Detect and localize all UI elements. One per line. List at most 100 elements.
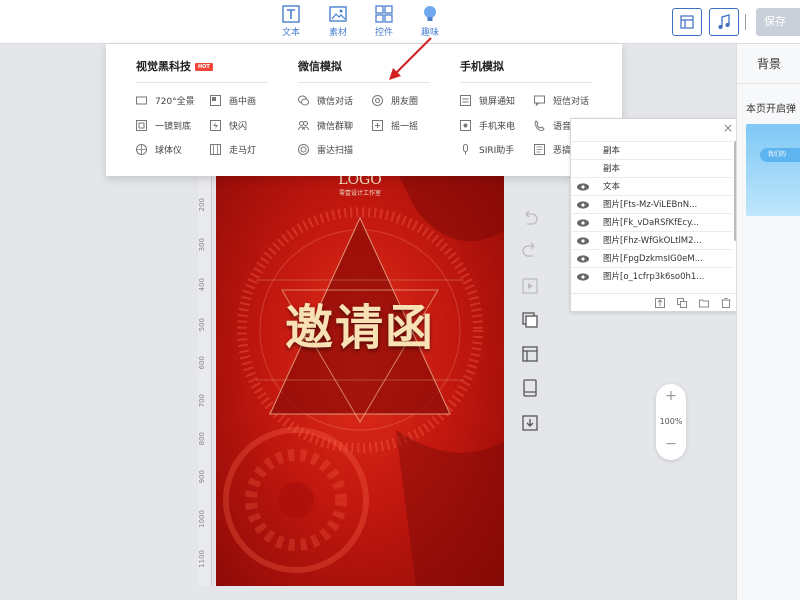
layout-icon [680,15,694,29]
sms-icon [534,95,545,106]
trash-icon[interactable] [721,298,731,308]
menu-item-720-panorama[interactable]: 720°全景 [136,95,195,109]
layer-row[interactable]: 图片[Fhz-WfGkOLtlM2... [571,231,733,249]
dropdown-divider [136,82,268,83]
save-label: 保存 [764,15,786,28]
undo-icon[interactable] [520,208,540,228]
music-button[interactable] [709,8,739,36]
layer-row[interactable]: 图片[FpgDzkmsIG0eM... [571,249,733,267]
move-layer-icon[interactable] [655,298,665,308]
globe-icon [136,144,147,155]
menu-item-wechat-group[interactable]: 微信群聊 [298,120,353,134]
menu-item-carousel[interactable]: 走马灯 [210,144,256,158]
ruler-mark: 500 [198,318,206,332]
ruler-mark: 400 [198,278,206,292]
poster-canvas[interactable]: LOGO 零壹设计工作室 邀请函 [216,170,504,586]
download-icon[interactable] [520,413,540,433]
radar-icon [298,144,309,155]
ruler-mark: 300 [198,238,206,252]
folder-icon[interactable] [699,298,709,308]
fun-dropdown-menu: 视觉黑科技 HOT 720°全景 画中画 一镜到底 快闪 球体仪 走马灯 微信模拟… [106,44,622,176]
eye-icon[interactable] [577,273,589,281]
zoom-out-button[interactable]: − [656,436,686,452]
eye-icon[interactable] [577,237,589,245]
menu-item-label: 画中画 [229,97,257,107]
preview-pill: 我们的 [760,148,800,162]
bulb-icon [424,6,436,21]
menu-item-label: SIRI助手 [479,146,515,156]
eye-icon[interactable] [577,201,589,209]
music-icon [718,14,730,29]
menu-item-label: 短信对话 [553,97,590,107]
tab-background[interactable]: 背景 [737,44,800,84]
dropdown-heading-visual: 视觉黑科技 HOT [136,58,213,74]
menu-item-one-shot[interactable]: 一镜到底 [136,120,191,134]
layers-panel: × 副本 副本 文本 图片[Fts-Mz-ViLEBnN... 图片[Fk_vD… [570,118,740,312]
menu-item-label: 快闪 [229,122,248,132]
layer-row[interactable]: 图片[Fk_vDaRSfKfEcy... [571,213,733,231]
tablet-preview-icon[interactable] [520,378,540,398]
dropdown-heading-phone: 手机模拟 [460,60,504,73]
layer-row[interactable]: 文本 [571,177,733,195]
toolbar-divider [745,14,746,30]
handset-icon [534,120,545,131]
material-tool-button[interactable]: 素材 [318,4,358,40]
layer-name: 副本 [603,146,621,156]
poster-studio-name: 零壹设计工作室 [338,190,381,197]
text-tool-button[interactable]: 文本 [271,4,311,40]
layer-row[interactable]: 副本 [571,159,733,177]
layer-row[interactable]: 图片[o_1cfrp3k6so0h1... [571,267,733,285]
layers-footer [571,293,739,311]
moments-icon [372,95,383,106]
microphone-icon [463,144,468,155]
menu-item-siri[interactable]: SIRI助手 [460,144,514,158]
chat-bubble-icon [298,95,309,106]
copy-page-icon[interactable] [520,310,540,330]
menu-item-incoming-call[interactable]: 手机来电 [460,120,515,134]
page-settings-button[interactable] [672,8,702,36]
popup-on-open-label: 本页开启弹 [746,104,796,115]
menu-item-flash[interactable]: 快闪 [210,120,247,134]
one-shot-icon [136,120,147,131]
background-preview-thumbnail[interactable]: 我们的 [746,124,800,216]
flash-icon [210,120,221,131]
vertical-ruler: 200 300 400 500 600 700 800 900 1000 110… [198,176,212,586]
save-button[interactable]: 保存 [756,8,800,36]
pip-icon [210,95,221,106]
menu-item-label: 球体仪 [155,146,183,156]
menu-item-lock-notify[interactable]: 锁屏通知 [460,95,515,109]
layer-name: 图片[Fhz-WfGkOLtlM2... [603,236,702,246]
duplicate-layer-icon[interactable] [677,298,687,308]
menu-item-label: 手机来电 [479,122,516,132]
eye-icon[interactable] [577,183,589,191]
ruler-mark: 800 [198,432,206,446]
news-icon [534,144,545,155]
zoom-in-button[interactable]: + [656,388,686,404]
redo-icon[interactable] [520,240,540,260]
hot-badge: HOT [195,63,213,71]
menu-item-label: 微信群聊 [317,122,354,132]
layer-name: 图片[Fts-Mz-ViLEBnN... [603,200,698,210]
layer-name: 副本 [603,164,621,174]
menu-item-moments[interactable]: 朋友圈 [372,95,418,109]
layer-name: 图片[Fk_vDaRSfKfEcy... [603,218,699,228]
ruler-mark: 1000 [198,510,206,528]
layer-row[interactable]: 图片[Fts-Mz-ViLEBnN... [571,195,733,213]
menu-item-radar-scan[interactable]: 雷达扫描 [298,144,353,158]
material-tool-label: 素材 [328,28,347,38]
eye-icon[interactable] [577,219,589,227]
menu-item-sms-chat[interactable]: 短信对话 [534,95,589,109]
image-icon [329,6,347,22]
table-layout-icon[interactable] [520,344,540,364]
layer-row[interactable]: 副本 [571,141,733,159]
ruler-mark: 200 [198,198,206,212]
poster-decoration [223,170,504,586]
preview-play-icon[interactable] [520,276,540,296]
eye-icon[interactable] [577,255,589,263]
menu-item-globe[interactable]: 球体仪 [136,144,182,158]
close-icon[interactable]: × [723,121,733,135]
menu-item-shake[interactable]: 摇一摇 [372,120,418,134]
phone-call-icon [460,120,471,131]
menu-item-picture-in-picture[interactable]: 画中画 [210,95,256,109]
menu-item-wechat-chat[interactable]: 微信对话 [298,95,353,109]
